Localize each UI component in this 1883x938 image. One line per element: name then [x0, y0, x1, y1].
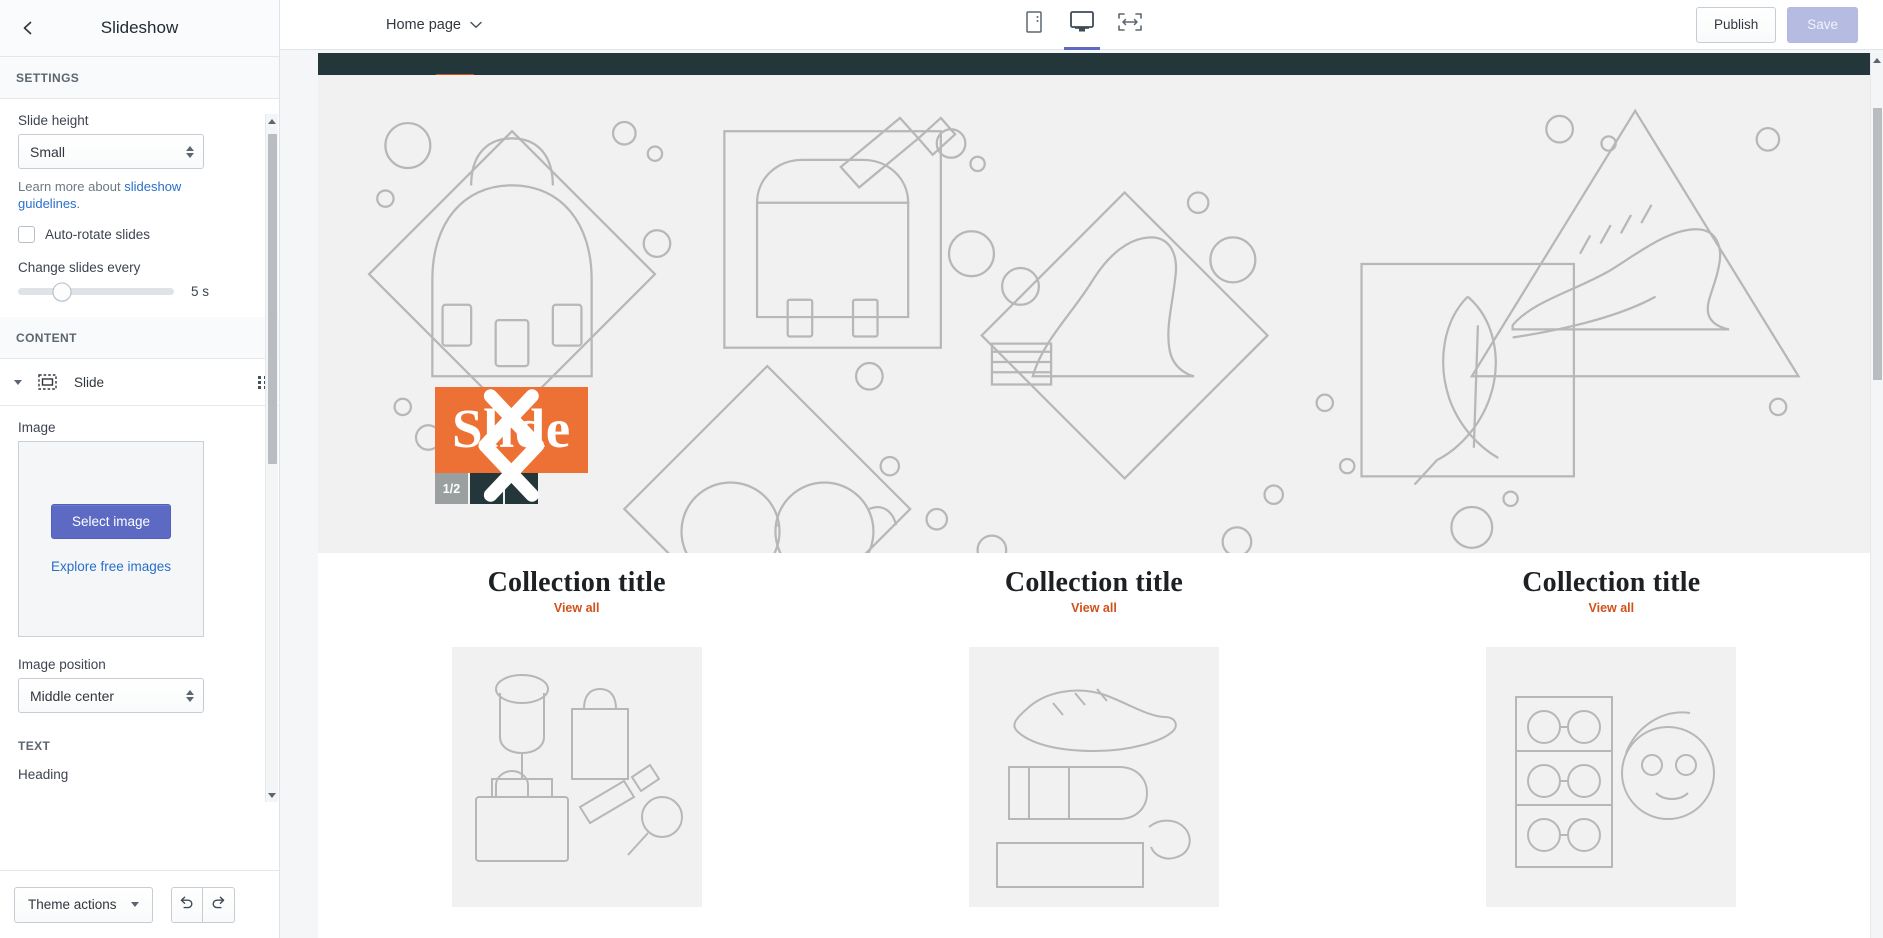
main-area: Home page Publish Save Slide 1/2 Collect… — [280, 0, 1883, 938]
settings-section-body: Slide height Small Learn more about slid… — [0, 99, 279, 317]
theme-editor-app: Slideshow SETTINGS Slide height Small Le… — [0, 0, 1883, 938]
collection-image[interactable] — [451, 647, 702, 907]
select-image-button[interactable]: Select image — [50, 504, 172, 539]
collection-view-all-link[interactable]: View all — [554, 601, 600, 615]
settings-section-header: SETTINGS — [0, 57, 279, 99]
image-position-label: Image position — [18, 657, 106, 672]
slide-height-label: Slide height — [18, 113, 89, 128]
sidebar-scroll-area: SETTINGS Slide height Small Learn more a… — [0, 57, 279, 870]
disclosure-triangle-icon[interactable] — [6, 379, 30, 385]
change-slides-slider[interactable] — [18, 282, 174, 301]
slideshow-overlay: Slide 1/2 — [435, 387, 588, 504]
change-slides-every-row: 5 s — [18, 282, 261, 301]
sidebar-scrollbar[interactable] — [265, 114, 278, 802]
desktop-view-button[interactable] — [1063, 6, 1100, 50]
publish-button[interactable]: Publish — [1695, 6, 1777, 43]
slideshow-help-text: Learn more about slideshow guidelines. — [18, 178, 208, 212]
undo-button[interactable] — [170, 886, 203, 923]
desktop-icon — [1069, 11, 1094, 38]
sidebar-scrollbar-thumb[interactable] — [268, 134, 277, 464]
slider-thumb[interactable] — [52, 282, 72, 301]
select-stepper-icon — [186, 145, 194, 158]
mobile-view-button[interactable] — [1018, 6, 1050, 50]
auto-rotate-slides-checkbox-row[interactable]: Auto-rotate slides — [18, 226, 261, 243]
back-button[interactable] — [6, 6, 50, 50]
image-position-select[interactable]: Middle center — [18, 678, 204, 713]
undo-icon — [178, 894, 195, 916]
sidebar-scroll-down-button[interactable] — [266, 788, 278, 802]
preview-container: Slide 1/2 Collection title View all Coll… — [280, 50, 1883, 938]
collection-card: Collection title View all — [1353, 567, 1870, 907]
top-toolbar-actions: Publish Save — [1695, 6, 1883, 43]
heading-label: Heading — [18, 767, 69, 782]
collection-card: Collection title View all — [835, 567, 1352, 907]
slideshow-navigation: 1/2 — [435, 389, 588, 504]
mobile-icon — [1025, 11, 1042, 38]
auto-rotate-label: Auto-rotate slides — [45, 227, 151, 242]
collection-view-all-link[interactable]: View all — [1589, 601, 1635, 615]
chevron-down-icon — [130, 902, 139, 907]
explore-free-images-link[interactable]: Explore free images — [51, 559, 171, 574]
page-selector-label: Home page — [386, 16, 461, 33]
collection-placeholder-icon — [474, 674, 683, 862]
slide-height-select[interactable]: Small — [18, 134, 204, 169]
chevron-down-icon — [461, 17, 482, 33]
image-label: Image — [18, 420, 56, 435]
sidebar-footer: Theme actions — [0, 870, 279, 938]
collection-view-all-link[interactable]: View all — [1071, 601, 1117, 615]
select-stepper-icon — [186, 689, 194, 702]
slideshow-hero: Slide 1/2 — [318, 75, 1870, 553]
content-item-slide[interactable]: Slide — [0, 359, 279, 406]
theme-actions-button[interactable]: Theme actions — [14, 886, 153, 923]
redo-icon — [210, 894, 227, 916]
theme-actions-label: Theme actions — [28, 897, 117, 912]
content-section-header: CONTENT — [0, 317, 279, 359]
content-item-label: Slide — [74, 374, 105, 390]
redo-button[interactable] — [202, 886, 235, 923]
text-section-header: TEXT — [18, 739, 51, 753]
sidebar-header: Slideshow — [0, 0, 279, 57]
top-toolbar: Home page Publish Save — [280, 0, 1883, 50]
slide-height-value: Small — [30, 143, 66, 160]
next-slide-button[interactable] — [483, 389, 545, 504]
preview-scroll-down-button[interactable] — [1871, 923, 1883, 938]
image-picker[interactable]: Select image Explore free images — [18, 441, 204, 637]
full-width-icon — [1117, 13, 1142, 36]
collection-placeholder-icon — [1515, 696, 1716, 868]
chevron-left-icon — [21, 21, 35, 35]
image-position-value: Middle center — [30, 687, 115, 704]
slide-settings-body: Image Select image Explore free images I… — [0, 406, 279, 731]
preview-scrollbar-thumb[interactable] — [1873, 108, 1882, 380]
collection-title: Collection title — [1522, 567, 1701, 598]
collection-title: Collection title — [487, 567, 666, 598]
auto-rotate-checkbox[interactable] — [18, 226, 35, 243]
save-button[interactable]: Save — [1787, 6, 1858, 43]
help-prefix: Learn more about — [18, 179, 125, 194]
slideshow-block-icon — [34, 374, 60, 390]
featured-collections: Collection title View all Collection tit… — [318, 553, 1870, 907]
collection-card: Collection title View all — [318, 567, 835, 907]
collection-image[interactable] — [968, 647, 1219, 907]
collection-placeholder-icon — [995, 688, 1191, 888]
device-preview-switcher — [1018, 0, 1146, 50]
collection-title: Collection title — [1004, 567, 1184, 598]
page-selector[interactable]: Home page — [386, 17, 482, 33]
settings-sidebar: Slideshow SETTINGS Slide height Small Le… — [0, 0, 280, 938]
undo-redo-group — [170, 886, 235, 923]
collection-image[interactable] — [1486, 647, 1737, 907]
storefront-header-bar — [318, 53, 1870, 79]
preview-scrollbar[interactable] — [1870, 53, 1883, 938]
sidebar-scroll-up-button[interactable] — [266, 114, 278, 128]
storefront-preview: Slide 1/2 Collection title View all Coll… — [318, 53, 1870, 938]
change-slides-every-label: Change slides every — [18, 260, 141, 275]
preview-scroll-up-button[interactable] — [1871, 53, 1883, 68]
change-slides-value: 5 s — [191, 284, 210, 299]
help-suffix: . — [76, 196, 81, 211]
fullwidth-view-button[interactable] — [1114, 6, 1146, 50]
